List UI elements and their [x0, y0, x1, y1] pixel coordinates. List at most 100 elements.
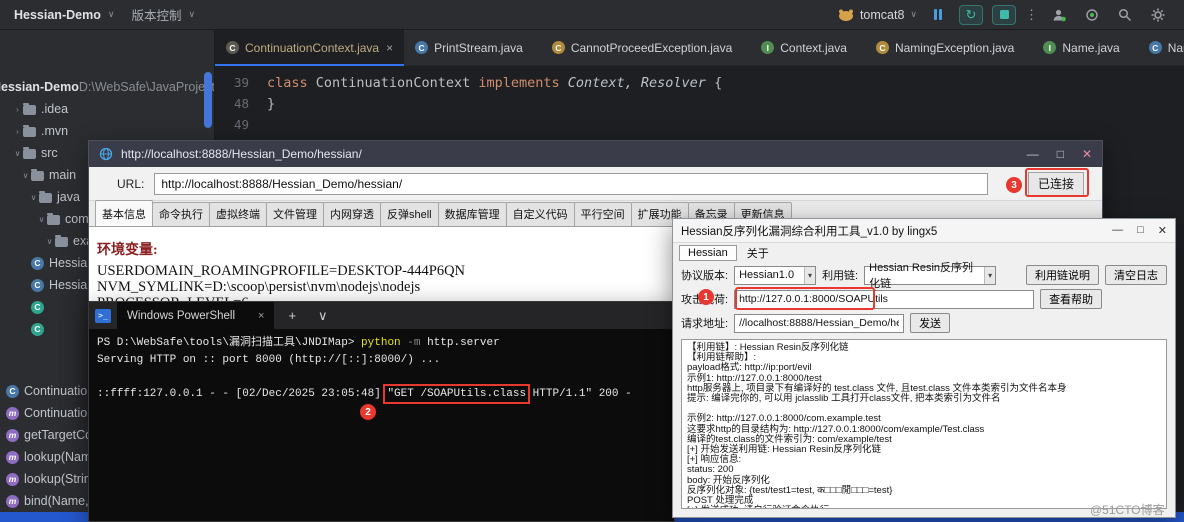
search-button[interactable] [1113, 5, 1137, 25]
file-type-icon: C [226, 41, 239, 54]
url-input[interactable] [154, 173, 988, 195]
terminal-line: Serving HTTP on :: port 8000 (http://[::… [97, 352, 674, 369]
tool-log-area[interactable]: 【利用链】: Hessian Resin反序列化链【利用链帮助】:payload… [681, 339, 1167, 509]
line-number: 48 [215, 96, 267, 111]
tree-chevron-icon[interactable]: ∨ [20, 171, 31, 180]
gadget-select[interactable]: Hessian Resin反序列化链 ▾ [864, 266, 996, 285]
run-config-selector[interactable]: tomcat8 ∨ [838, 8, 917, 22]
log-line: 反序列化对象: {test/test1=test, क□□□閒□□□=test} [687, 486, 1161, 496]
tree-scrollbar-thumb[interactable] [204, 72, 212, 128]
tree-item[interactable]: › .mvn [0, 120, 214, 142]
send-button[interactable]: 发送 [910, 313, 950, 333]
globe-icon [99, 147, 113, 161]
close-icon[interactable]: ✕ [1158, 224, 1167, 237]
argument: http.server [427, 337, 500, 349]
minimize-icon[interactable]: — [1112, 224, 1123, 237]
maximize-icon[interactable]: □ [1137, 224, 1144, 237]
webshell-tab-label: 数据库管理 [445, 209, 500, 221]
tree-item-icon [23, 127, 36, 137]
highlighted-request: "GET /SOAPUtils.class [387, 388, 526, 400]
gadget-help-button[interactable]: 利用链说明 [1026, 265, 1099, 285]
more-actions-button[interactable]: ⋮ [1025, 7, 1038, 23]
menu-about[interactable]: 关于 [739, 244, 777, 262]
tab-close-icon[interactable]: × [258, 310, 264, 322]
editor-tab[interactable]: C ContinuationContext.java × [215, 30, 404, 65]
tree-chevron-icon[interactable]: ∨ [44, 237, 55, 246]
tab-dropdown-icon[interactable]: ∨ [310, 308, 336, 324]
tree-chevron-icon[interactable]: ∨ [12, 149, 23, 158]
tree-item-icon [39, 193, 52, 203]
protocol-select[interactable]: Hessian1.0 ▾ [734, 266, 816, 285]
record-button[interactable] [1080, 5, 1104, 25]
webshell-tab[interactable]: 虚拟终端 [209, 202, 267, 226]
collaborate-button[interactable] [1047, 5, 1071, 25]
editor-tab[interactable]: I Name.java [1032, 30, 1137, 65]
webshell-tab[interactable]: 自定义代码 [506, 202, 575, 226]
stop-button[interactable] [992, 5, 1016, 25]
webshell-tab[interactable]: 平行空间 [574, 202, 632, 226]
tree-chevron-icon[interactable]: ∨ [28, 193, 39, 202]
webshell-tab-label: 反弹shell [387, 209, 432, 221]
tree-item-icon: C [31, 279, 44, 292]
webshell-tab[interactable]: 文件管理 [266, 202, 324, 226]
terminal-tab[interactable]: Windows PowerShell × [117, 302, 274, 329]
webshell-tab[interactable]: 内网穿透 [323, 202, 381, 226]
editor-tab[interactable]: C PrintStream.java [404, 30, 541, 65]
webshell-tab[interactable]: 反弹shell [380, 202, 439, 226]
editor-tab[interactable]: C NamingException.java [865, 30, 1032, 65]
screen: Hessian-Demo ∨ 版本控制 ∨ tomcat8 ∨ ↻ ⋮ [0, 0, 1184, 522]
tree-chevron-icon[interactable]: ∨ [36, 215, 47, 224]
webshell-tab-label: 平行空间 [581, 209, 625, 221]
pause-button[interactable] [926, 5, 950, 25]
annotation-box-connect [1025, 168, 1089, 197]
prompt: PS D:\WebSafe\tools\漏洞扫描工具\JNDIMap> [97, 337, 361, 349]
editor-tab[interactable]: C CannotProceedException.java [541, 30, 750, 65]
tree-item[interactable]: › .idea [0, 98, 214, 120]
annotation-badge-3: 3 [1006, 177, 1022, 193]
clear-log-button[interactable]: 清空日志 [1105, 265, 1167, 285]
pause-icon [934, 9, 942, 20]
maximize-icon[interactable]: □ [1057, 147, 1064, 161]
project-root-item[interactable]: Hessian-Demo D:\WebSafe\JavaProject\Hess… [0, 76, 214, 98]
webshell-tab-label: 基本信息 [102, 209, 146, 221]
terminal-line: ::ffff:127.0.0.1 - - [02/Dec/2025 23:05:… [97, 386, 674, 403]
annotation-badge-1: 1 [698, 289, 714, 305]
window-titlebar[interactable]: Hessian反序列化漏洞综合利用工具_v1.0 by lingx5 — □ ✕ [673, 219, 1175, 243]
minimize-icon[interactable]: — [1027, 147, 1039, 161]
menu-hessian[interactable]: Hessian [679, 245, 737, 261]
window-titlebar[interactable]: http://localhost:8888/Hessian_Demo/hessi… [89, 141, 1102, 167]
code-line: 49 [215, 114, 1184, 135]
file-type-icon: C [1149, 41, 1162, 54]
tab-close-icon[interactable]: × [386, 41, 393, 55]
webshell-tab[interactable]: 命令执行 [152, 202, 210, 226]
tree-item-icon [23, 105, 36, 115]
file-type-icon: I [761, 41, 774, 54]
editor-tab-strip: C ContinuationContext.java × C PrintStre… [215, 30, 1184, 65]
editor-tab-label: ContinuationContext.java [245, 41, 379, 55]
editor-tab[interactable]: C NamingManager.jav [1138, 30, 1184, 65]
vcs-widget[interactable]: 版本控制 [131, 5, 181, 24]
new-tab-button[interactable]: + [280, 308, 304, 323]
brace: } [267, 96, 275, 112]
log-prefix: ::ffff:127.0.0.1 - - [02/Dec/2025 23:05:… [97, 388, 387, 400]
close-icon[interactable]: ✕ [1082, 147, 1092, 161]
protocol-label: 协议版本: [681, 267, 728, 283]
gadget-label: 利用链: [822, 267, 858, 283]
project-selector[interactable]: Hessian-Demo [14, 8, 101, 22]
webshell-tab[interactable]: 数据库管理 [438, 202, 507, 226]
tree-chevron-icon[interactable]: › [12, 127, 23, 136]
webshell-tab-label: 虚拟终端 [216, 209, 260, 221]
terminal-output[interactable]: PS D:\WebSafe\tools\漏洞扫描工具\JNDIMap> pyth… [89, 329, 674, 521]
target-input[interactable] [734, 314, 904, 333]
stop-icon [1000, 10, 1009, 19]
tree-chevron-icon[interactable]: › [12, 105, 23, 114]
tree-item-icon [47, 215, 60, 225]
file-type-icon: C [876, 41, 889, 54]
settings-button[interactable] [1146, 5, 1170, 25]
rerun-button[interactable]: ↻ [959, 5, 983, 25]
webshell-tab-label: 命令执行 [159, 209, 203, 221]
webshell-tab[interactable]: 基本信息 [95, 200, 153, 226]
view-help-button[interactable]: 查看帮助 [1040, 289, 1102, 309]
terminal-titlebar[interactable]: >_ Windows PowerShell × + ∨ [89, 302, 674, 329]
editor-tab[interactable]: I Context.java [750, 30, 865, 65]
